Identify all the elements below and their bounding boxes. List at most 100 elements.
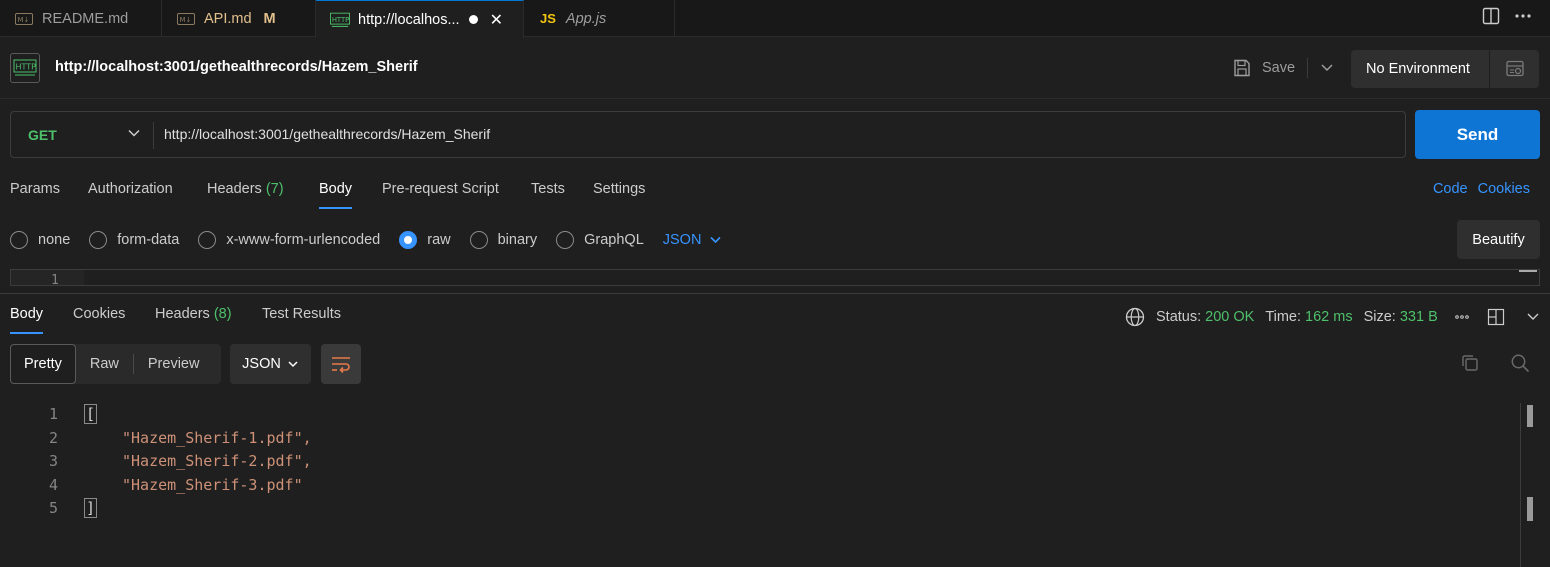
svg-text:HTTP: HTTP	[16, 63, 37, 72]
radio-form-data[interactable]: form-data	[89, 231, 179, 249]
editor-tab-bar: M↓ README.md M↓ API.md M HTTP http://loc…	[0, 0, 1550, 38]
view-pretty-button[interactable]: Pretty	[10, 344, 76, 384]
line-number: 1	[48, 405, 58, 423]
beautify-button[interactable]: Beautify	[1457, 220, 1540, 259]
tab-label: API.md	[204, 10, 252, 27]
line-number: 2	[48, 428, 58, 447]
time-value[interactable]: 162 ms	[1305, 309, 1353, 325]
chevron-down-icon[interactable]	[127, 126, 141, 143]
radio-urlencoded[interactable]: x-www-form-urlencoded	[198, 231, 380, 249]
size-value[interactable]: 331 B	[1400, 309, 1438, 325]
search-icon[interactable]	[1510, 353, 1530, 373]
collapse-chevron-icon[interactable]	[1526, 312, 1540, 322]
tab-test-results[interactable]: Test Results	[262, 306, 341, 322]
tab-http-request[interactable]: HTTP http://localhos... ✕	[316, 0, 524, 38]
json-string: "Hazem_Sherif-3.pdf"	[122, 475, 303, 494]
radio-binary[interactable]: binary	[469, 231, 538, 249]
modified-badge: M	[263, 10, 276, 27]
http-request-icon: HTTP	[10, 53, 40, 83]
save-button[interactable]: Save	[1262, 60, 1295, 76]
tab-headers[interactable]: Headers (7)	[207, 181, 284, 197]
view-preview-button[interactable]: Preview	[134, 344, 214, 384]
request-header: HTTP http://localhost:3001/gethealthreco…	[0, 38, 1550, 99]
code-line: 2 "Hazem_Sherif-1.pdf",	[0, 427, 1530, 451]
markdown-icon: M↓	[14, 12, 34, 26]
tab-tests[interactable]: Tests	[531, 181, 565, 197]
cookies-link[interactable]: Cookies	[1478, 181, 1530, 197]
environment-label: No Environment	[1366, 61, 1470, 77]
radio-none[interactable]: none	[10, 231, 70, 249]
tab-label: App.js	[565, 10, 607, 27]
code-link[interactable]: Code	[1433, 181, 1468, 197]
chevron-down-icon	[710, 236, 722, 244]
view-raw-button[interactable]: Raw	[76, 344, 133, 384]
radio-circle-icon	[469, 231, 488, 249]
scrollbar-thumb[interactable]	[1527, 405, 1533, 427]
pane-splitter[interactable]	[0, 293, 1550, 294]
radio-label: binary	[497, 232, 538, 248]
url-input[interactable]	[164, 126, 1364, 142]
body-type-selector: none form-data x-www-form-urlencoded raw…	[10, 230, 722, 250]
scrollbar[interactable]	[1519, 270, 1537, 272]
svg-text:HTTP: HTTP	[332, 15, 349, 23]
layout-toggle-icon[interactable]	[1487, 308, 1505, 326]
close-bracket: ]	[84, 498, 98, 519]
radio-label: none	[38, 232, 71, 248]
more-actions-icon[interactable]	[1514, 7, 1532, 28]
line-number: 5	[48, 499, 58, 518]
radio-label: x-www-form-urlencoded	[226, 232, 381, 248]
environment-selector[interactable]: No Environment	[1351, 50, 1539, 88]
tab-app-js[interactable]: JS App.js	[524, 0, 675, 37]
tab-params[interactable]: Params	[10, 181, 60, 197]
request-title: http://localhost:3001/gethealthrecords/H…	[55, 59, 418, 75]
more-options-icon[interactable]	[1454, 313, 1470, 321]
radio-circle-icon	[89, 231, 108, 249]
tab-settings[interactable]: Settings	[593, 181, 645, 197]
radio-circle-icon	[198, 231, 217, 249]
raw-format-label: JSON	[662, 232, 702, 248]
copy-icon[interactable]	[1460, 353, 1480, 373]
radio-raw[interactable]: raw	[399, 231, 451, 249]
save-icon[interactable]	[1232, 58, 1252, 78]
svg-text:M↓: M↓	[180, 16, 192, 24]
radio-circle-icon	[10, 231, 28, 249]
method-selector[interactable]: GET	[28, 127, 57, 143]
raw-format-selector[interactable]: JSON	[663, 232, 723, 248]
response-body-editor[interactable]: 1 [ 2 "Hazem_Sherif-1.pdf", 3 "Hazem_She…	[0, 403, 1530, 521]
environment-quick-look-icon[interactable]	[1490, 59, 1539, 79]
code-line: 4 "Hazem_Sherif-3.pdf"	[0, 474, 1530, 498]
json-string: "Hazem_Sherif-1.pdf",	[122, 428, 312, 447]
code-line: 1 [	[0, 403, 1530, 427]
tab-response-headers[interactable]: Headers (8)	[155, 306, 232, 322]
response-meta: Status: 200 OK Time: 162 ms Size: 331 B	[1125, 307, 1540, 327]
split-editor-icon[interactable]	[1482, 7, 1500, 28]
tab-authorization[interactable]: Authorization	[88, 181, 173, 197]
globe-icon[interactable]	[1125, 307, 1145, 327]
tab-body[interactable]: Body	[319, 181, 353, 209]
radio-label: form-data	[117, 232, 180, 248]
svg-text:M↓: M↓	[18, 16, 30, 24]
line-number: 1	[51, 273, 59, 286]
tab-response-cookies[interactable]: Cookies	[73, 306, 125, 322]
tab-label: http://localhos...	[358, 11, 460, 28]
code-line: 3 "Hazem_Sherif-2.pdf",	[0, 450, 1530, 474]
radio-graphql[interactable]: GraphQL	[556, 231, 644, 249]
status-label: Status:	[1156, 309, 1202, 325]
send-button[interactable]: Send	[1415, 110, 1540, 159]
wrap-lines-button[interactable]	[321, 344, 361, 384]
tab-response-body[interactable]: Body	[10, 306, 44, 334]
response-format-selector[interactable]: JSON	[230, 344, 311, 384]
request-body-editor[interactable]: 1	[10, 269, 1540, 286]
url-bar: GET	[10, 111, 1406, 158]
tab-readme[interactable]: M↓ README.md	[0, 0, 162, 37]
tab-api-md[interactable]: M↓ API.md M	[162, 0, 316, 37]
tab-prerequest-script[interactable]: Pre-request Script	[382, 181, 499, 197]
status-value[interactable]: 200 OK	[1205, 309, 1254, 325]
line-number: 3	[48, 452, 58, 471]
radio-circle-icon	[556, 231, 575, 249]
save-options-chevron-icon[interactable]	[1320, 63, 1334, 73]
close-icon[interactable]: ✕	[490, 10, 503, 30]
tab-label: Headers	[155, 306, 210, 322]
radio-label: raw	[427, 232, 451, 248]
wrap-lines-icon	[332, 357, 350, 373]
